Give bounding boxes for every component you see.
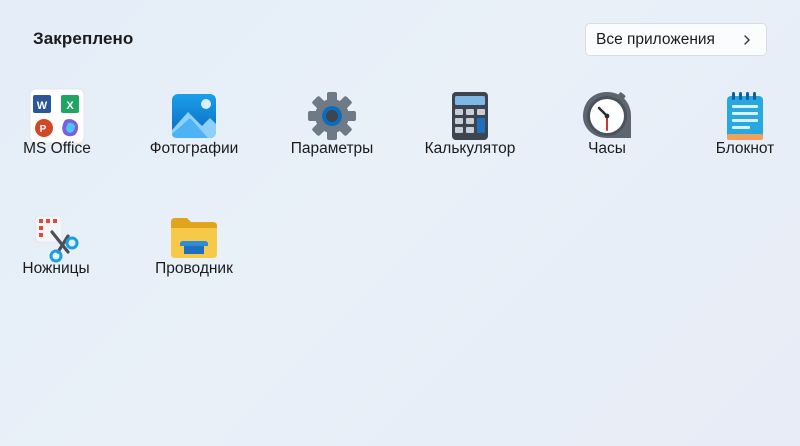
pinned-app-clock[interactable]: Часы xyxy=(542,82,672,182)
pinned-app-settings[interactable]: Параметры xyxy=(267,82,397,182)
all-apps-button[interactable]: Все приложения xyxy=(585,23,767,56)
pinned-app-photos[interactable]: Фотографии xyxy=(129,82,259,182)
clock-icon xyxy=(583,92,631,138)
chevron-right-icon xyxy=(744,35,750,45)
app-label: Параметры xyxy=(290,140,374,157)
app-label: Ножницы xyxy=(22,260,90,277)
app-label: Фотографии xyxy=(149,140,239,157)
app-label: Проводник xyxy=(155,260,233,277)
pinned-app-snipping-tool[interactable]: Ножницы xyxy=(0,202,121,302)
pinned-app-ms-office[interactable]: W X P MS Office xyxy=(0,82,122,182)
pinned-app-notepad[interactable]: Блокнот xyxy=(680,82,800,182)
settings-gear-icon xyxy=(308,92,356,140)
notepad-icon xyxy=(727,92,763,140)
svg-text:P: P xyxy=(40,124,47,135)
pinned-app-file-explorer[interactable]: Проводник xyxy=(129,202,259,302)
pinned-app-calculator[interactable]: Калькулятор xyxy=(405,82,535,182)
photos-icon xyxy=(172,94,216,138)
ms-office-icon: W X P xyxy=(29,88,85,144)
calculator-icon xyxy=(452,92,488,140)
svg-text:W: W xyxy=(37,100,48,112)
app-label: Блокнот xyxy=(715,140,775,157)
app-label: MS Office xyxy=(23,140,91,157)
pinned-title: Закреплено xyxy=(33,29,134,48)
file-explorer-folder-icon xyxy=(171,218,217,258)
snipping-tool-icon xyxy=(35,215,79,263)
app-label: Часы xyxy=(588,140,626,157)
svg-text:X: X xyxy=(66,100,74,112)
all-apps-label: Все приложения xyxy=(596,30,715,48)
app-label: Калькулятор xyxy=(424,140,516,157)
